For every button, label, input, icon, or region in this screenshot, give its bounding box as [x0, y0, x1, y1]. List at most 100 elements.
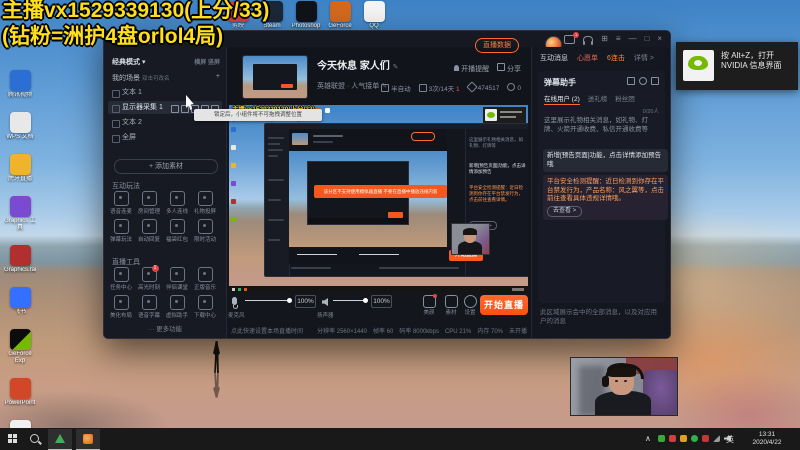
- taskbar-app-streaming[interactable]: [48, 429, 72, 450]
- tab-combo[interactable]: 6连击: [607, 53, 625, 63]
- desktop-icon[interactable]: WPS 文档: [4, 112, 36, 141]
- feature-danmu[interactable]: 弹幕玩法: [107, 219, 135, 243]
- vertical-option[interactable]: 竖屏: [208, 60, 220, 66]
- mic-slider-knob[interactable]: [287, 298, 292, 303]
- speaker-slider-knob[interactable]: [363, 298, 368, 303]
- feature-multi[interactable]: 多人连线: [163, 191, 191, 215]
- warning-message[interactable]: 平台安全检测提醒：近日检测到你存在平台禁发行为，产品名称：风之翼等，点击前往查看…: [543, 175, 668, 220]
- tray-icon-green[interactable]: [658, 435, 665, 442]
- desktop-icon[interactable]: Graphics.rar: [4, 245, 36, 274]
- tab-online-users[interactable]: 在线用户 (2): [544, 93, 580, 105]
- mic-volume-slider[interactable]: [245, 300, 291, 301]
- menu-icon[interactable]: ≡: [616, 34, 621, 44]
- add-scene-icon[interactable]: +: [216, 73, 220, 80]
- microphone-icon[interactable]: [232, 297, 240, 309]
- desktop-icon[interactable]: Graphics 工具: [4, 196, 36, 232]
- checkbox[interactable]: [112, 134, 120, 143]
- scene-item[interactable]: 文本 1: [108, 86, 222, 99]
- desktop-icon[interactable]: 腾讯视频: [4, 70, 36, 99]
- feature-redpack[interactable]: 福袋红包: [163, 219, 191, 243]
- desktop-icon[interactable]: 虎牙直播: [4, 154, 36, 183]
- tray-icon-shield[interactable]: [702, 435, 709, 442]
- tool-assistant[interactable]: 虚拟助手: [163, 295, 191, 319]
- pin-icon[interactable]: [171, 104, 179, 113]
- tool-download[interactable]: 下载中心: [191, 295, 219, 319]
- headset-icon[interactable]: [583, 36, 594, 45]
- tray-icon-red[interactable]: [669, 435, 676, 442]
- speaker-volume-value[interactable]: 100%: [371, 295, 392, 308]
- orientation-toggle[interactable]: 横屏 竖屏: [194, 57, 220, 66]
- feature-room[interactable]: 房间管理: [135, 191, 163, 215]
- layout-grid-icon[interactable]: ⊞: [601, 34, 608, 44]
- collapse-icon[interactable]: [627, 77, 635, 85]
- desktop-icon[interactable]: PowerPoint: [4, 378, 36, 407]
- tab-fan-club[interactable]: 粉丝团: [615, 93, 635, 105]
- messages-icon[interactable]: 1: [564, 31, 580, 44]
- share-icon: [497, 63, 506, 71]
- tool-highlight[interactable]: 1 高光时刻: [135, 265, 163, 291]
- desktop-icon[interactable]: QQ: [358, 1, 390, 30]
- speaker-volume-slider[interactable]: [333, 300, 367, 301]
- go-view-button[interactable]: 去查看 >: [547, 205, 583, 217]
- feature-label: 自动回复: [137, 237, 160, 243]
- live-preview-canvas[interactable]: 主播vx1529339130(上分/33) (钻粉=洲护4盘orlol4局): [229, 105, 528, 293]
- tab-gift-rank[interactable]: 送礼榜: [588, 93, 608, 105]
- minimize-icon[interactable]: —: [628, 34, 636, 44]
- maximize-icon[interactable]: □: [644, 34, 649, 44]
- live-data-button[interactable]: 直播数据: [475, 38, 519, 53]
- stat-comments: 0: [507, 83, 521, 93]
- tool-class[interactable]: 伴侣课堂: [163, 267, 191, 291]
- taskbar-app-orange[interactable]: [76, 429, 100, 450]
- tray-icon-green-circle[interactable]: [691, 435, 698, 442]
- mic-volume-value[interactable]: 100%: [295, 295, 316, 308]
- nested-nvidia-eye: [487, 112, 495, 118]
- horizontal-option[interactable]: 横屏: [194, 60, 206, 66]
- checkbox[interactable]: [112, 119, 120, 128]
- edit-icon[interactable]: ✎: [393, 64, 399, 71]
- checkbox[interactable]: [112, 89, 120, 98]
- tool-layout[interactable]: 美化布局: [107, 295, 135, 319]
- more-features-link[interactable]: ··· 更多功能: [104, 323, 226, 333]
- settings-tool[interactable]: 设置: [460, 295, 480, 316]
- settings-icon[interactable]: [639, 77, 647, 85]
- speaker-icon[interactable]: [322, 298, 328, 306]
- clock[interactable]: 13:31 2020/4/22: [744, 431, 790, 447]
- feature-gift[interactable]: 礼物投屏: [191, 191, 219, 215]
- share-link[interactable]: 分享: [507, 66, 521, 73]
- mode-selector[interactable]: 经典模式 ▾ 横屏 竖屏: [112, 57, 220, 67]
- notice-message[interactable]: 新增[预告页面]功能，点击详情添加预告哦: [543, 149, 668, 172]
- room-category[interactable]: 英雄联盟 · 人气接单 ✎: [317, 81, 387, 91]
- close-icon[interactable]: ×: [657, 34, 662, 44]
- desktop-icon[interactable]: Photoshop: [290, 1, 322, 30]
- tray-chevron[interactable]: ∧: [645, 434, 651, 443]
- desktop-icon[interactable]: GeForce: [324, 1, 356, 30]
- tab-messages[interactable]: 互动消息: [540, 53, 568, 63]
- tool-caption[interactable]: 语音字幕: [135, 295, 163, 319]
- feature-autoreply[interactable]: 自动回复: [135, 219, 163, 243]
- material-tool[interactable]: 素材: [441, 295, 461, 316]
- desktop-icon[interactable]: 飞书: [4, 287, 36, 316]
- feature-voice[interactable]: 语音连麦: [107, 191, 135, 215]
- tool-music[interactable]: 正版音乐: [191, 267, 219, 291]
- tool-task-center[interactable]: 任务中心: [107, 267, 135, 291]
- start-streaming-button[interactable]: 开始直播: [480, 295, 528, 315]
- room-cover-thumbnail[interactable]: [242, 55, 308, 99]
- icon-label: 腾讯视频: [7, 92, 32, 98]
- scene-item[interactable]: 全屏: [108, 131, 222, 144]
- tab-details[interactable]: 详情 >: [634, 53, 654, 63]
- nvidia-notification[interactable]: 按 Alt+Z，打开 NVIDIA 信息界面: [676, 42, 798, 90]
- tray-icon-yellow[interactable]: [680, 435, 687, 442]
- desktop-icon[interactable]: GeForce Exp: [4, 329, 36, 365]
- checkbox[interactable]: [112, 104, 120, 113]
- refresh-icon[interactable]: [651, 77, 659, 85]
- feature-event[interactable]: 限时活动: [191, 219, 219, 243]
- network-icon[interactable]: [713, 435, 720, 442]
- start-button[interactable]: [8, 434, 17, 443]
- status-left-text[interactable]: 点此快速设置本场直播时间: [231, 326, 303, 335]
- beauty-tool[interactable]: 美颜: [419, 294, 439, 316]
- webcam-window[interactable]: [570, 357, 678, 416]
- add-material-button[interactable]: + 添加素材: [114, 159, 218, 174]
- input-language-indicator[interactable]: 英: [726, 434, 734, 445]
- broadcast-remind-link[interactable]: 开播提醒: [461, 66, 489, 73]
- tab-wishlist[interactable]: 心愿单: [577, 53, 598, 63]
